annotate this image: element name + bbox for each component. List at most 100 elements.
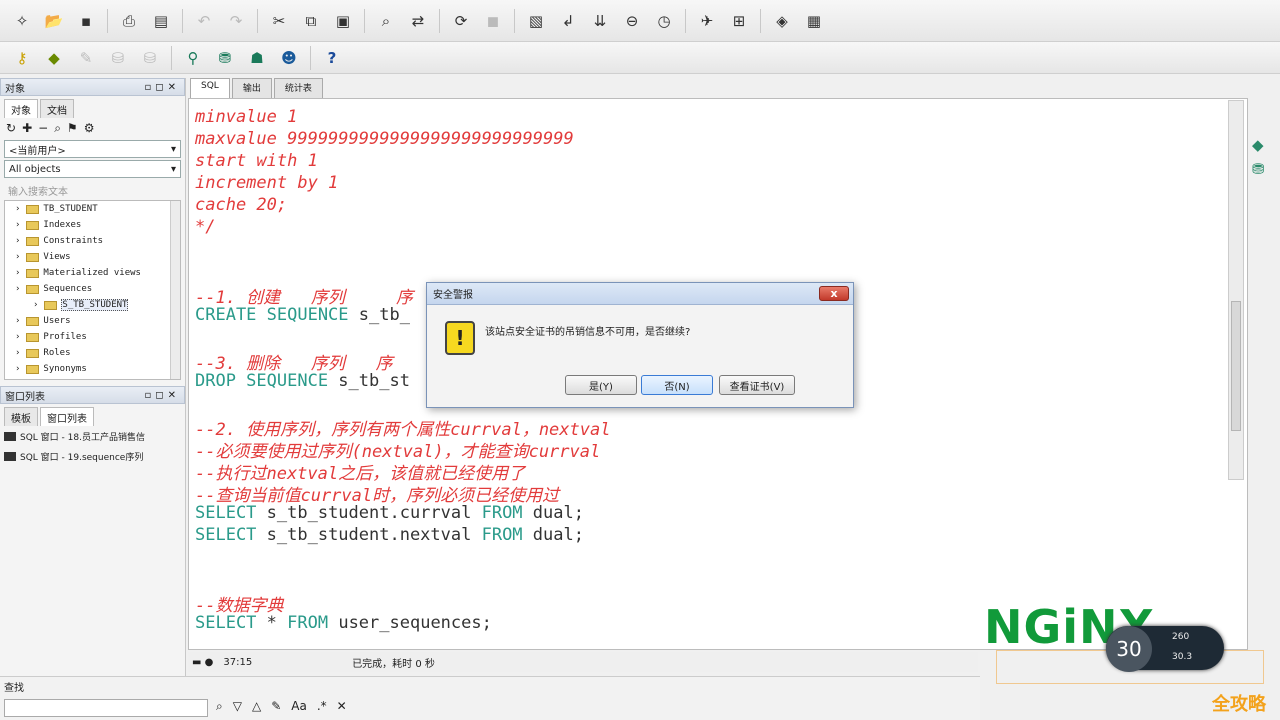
expand-icon[interactable]: › — [33, 300, 38, 310]
diamond-icon[interactable]: ◆ — [1252, 136, 1264, 154]
window-list-item[interactable]: SQL 窗口 - 19.sequence序列 — [0, 446, 185, 466]
execute-icon[interactable]: ⟳ — [449, 9, 473, 33]
view-certificate-button[interactable]: 查看证书(V) — [719, 375, 795, 395]
tree-item[interactable]: › Profiles — [5, 329, 180, 345]
tree-item[interactable]: › Synonyms — [5, 361, 180, 377]
plug-icon[interactable]: ⚲ — [181, 46, 205, 70]
tree-item-label: Synonyms — [43, 364, 87, 374]
find-prev-icon[interactable]: △ — [252, 699, 261, 714]
highlight-icon[interactable]: ✎ — [271, 699, 281, 714]
filter-icon[interactable]: ⚑ — [67, 121, 78, 135]
object-tree[interactable]: › TB_STUDENT › Indexes › Constraints › Views › Ma… — [4, 200, 181, 380]
window-icon[interactable]: ⊞ — [727, 9, 751, 33]
key-icon[interactable]: ⚷ — [10, 46, 34, 70]
tree-item[interactable]: › Views — [5, 249, 180, 265]
open-icon[interactable]: 📂 — [42, 9, 66, 33]
scrollbar-thumb[interactable] — [1231, 301, 1241, 431]
close-button[interactable]: x — [819, 286, 849, 301]
tree-scrollbar[interactable] — [170, 201, 180, 379]
expand-icon[interactable]: › — [15, 316, 20, 326]
panel-controls[interactable]: ▫◻✕ — [145, 390, 180, 401]
rollback-icon[interactable]: ↲ — [556, 9, 580, 33]
expand-icon[interactable]: › — [15, 204, 20, 214]
print-preview-icon[interactable]: ▤ — [149, 9, 173, 33]
regex-icon[interactable]: .* — [317, 699, 327, 714]
users-icon[interactable]: ☻ — [277, 46, 301, 70]
grid-icon[interactable]: ▦ — [802, 9, 826, 33]
editor-scrollbar[interactable] — [1228, 100, 1244, 480]
expand-icon[interactable]: › — [15, 220, 20, 230]
tab-sql[interactable]: SQL — [190, 78, 230, 98]
db-down-icon[interactable]: ⛁ — [138, 46, 162, 70]
cut-icon[interactable]: ✂ — [267, 9, 291, 33]
sql-text: s_tb_st — [328, 371, 410, 391]
no-button[interactable]: 否(N) — [641, 375, 713, 395]
tree-item[interactable]: › Materialized views — [5, 265, 180, 281]
yes-button[interactable]: 是(Y) — [565, 375, 637, 395]
user-combo[interactable]: <当前用户> ▾ — [4, 140, 181, 158]
tree-item[interactable]: › Users — [5, 313, 180, 329]
sql-keyword: CREATE SEQUENCE — [195, 305, 349, 325]
server-icon[interactable]: ⛃ — [213, 46, 237, 70]
help-icon[interactable]: ? — [320, 46, 344, 70]
find-icon[interactable]: ⌕ — [374, 9, 398, 33]
cube-icon[interactable]: ◆ — [42, 46, 66, 70]
find-next-icon[interactable]: ▽ — [233, 699, 242, 714]
compile-icon[interactable]: ⊖ — [620, 9, 644, 33]
explain-icon[interactable]: ⇊ — [588, 9, 612, 33]
expand-icon[interactable]: › — [15, 252, 20, 262]
code-line: increment by 1 — [195, 173, 338, 195]
db-up-icon[interactable]: ⛁ — [106, 46, 130, 70]
objects-combo[interactable]: All objects ▾ — [4, 160, 181, 178]
refresh-icon[interactable]: ↻ — [6, 121, 16, 135]
expand-icon[interactable]: › — [15, 236, 20, 246]
server-icon[interactable]: ⛃ — [1252, 160, 1265, 178]
panel-controls[interactable]: ▫◻✕ — [145, 82, 180, 93]
tree-item[interactable]: › Indexes — [5, 217, 180, 233]
tab-templates[interactable]: 模板 — [4, 407, 38, 426]
tree-item[interactable]: › Constraints — [5, 233, 180, 249]
tree-item[interactable]: › Roles — [5, 345, 180, 361]
expand-icon[interactable]: › — [15, 348, 20, 358]
replace-icon[interactable]: ⇄ — [406, 9, 430, 33]
find-icon[interactable]: ⌕ — [216, 699, 223, 714]
tab-documents[interactable]: 文档 — [40, 99, 74, 118]
stopwatch-icon[interactable]: ◷ — [652, 9, 676, 33]
find-input[interactable] — [4, 699, 208, 717]
commit-icon[interactable]: ▧ — [524, 9, 548, 33]
tab-objects[interactable]: 对象 — [4, 99, 38, 118]
code-line: --数据字典 — [195, 591, 283, 616]
redo-icon[interactable]: ↷ — [224, 9, 248, 33]
layout-icon[interactable]: ◈ — [770, 9, 794, 33]
paste-icon[interactable]: ▣ — [331, 9, 355, 33]
expand-icon[interactable]: › — [15, 268, 20, 278]
session-icon[interactable]: ☗ — [245, 46, 269, 70]
close-icon[interactable]: ✕ — [337, 699, 347, 714]
undo-icon[interactable]: ↶ — [192, 9, 216, 33]
remove-icon[interactable]: − — [38, 121, 48, 135]
connect-icon[interactable]: ✈ — [695, 9, 719, 33]
options-icon[interactable]: ⚙ — [84, 121, 95, 135]
search-icon[interactable]: ⌕ — [54, 121, 61, 135]
tree-item[interactable]: › Sequences — [5, 281, 180, 297]
new-object-icon[interactable]: ✚ — [22, 121, 32, 135]
new-icon[interactable]: ✧ — [10, 9, 34, 33]
tab-statistics[interactable]: 统计表 — [273, 78, 323, 98]
code-line: --3. 删除 序列 序 — [195, 349, 393, 374]
tab-output[interactable]: 输出 — [231, 78, 272, 98]
search-input[interactable]: 输入搜索文本 — [4, 180, 181, 198]
tab-window-list[interactable]: 窗口列表 — [40, 407, 94, 426]
expand-icon[interactable]: › — [15, 332, 20, 342]
window-list-item[interactable]: SQL 窗口 - 18.员工产品销售信 — [0, 426, 185, 446]
expand-icon[interactable]: › — [15, 284, 20, 294]
expand-icon[interactable]: › — [15, 364, 20, 374]
match-case-icon[interactable]: Aa — [291, 699, 307, 714]
copy-icon[interactable]: ⧉ — [299, 9, 323, 33]
save-icon[interactable]: ▪ — [74, 9, 98, 33]
print-icon[interactable]: ⎙ — [117, 9, 141, 33]
tree-item[interactable]: › TB_STUDENT — [5, 201, 180, 217]
tree-item-label: Users — [43, 316, 71, 326]
tree-item[interactable]: › S_TB_STUDENT — [5, 297, 180, 313]
pencil-icon[interactable]: ✎ — [74, 46, 98, 70]
stop-icon[interactable]: ◼ — [481, 9, 505, 33]
